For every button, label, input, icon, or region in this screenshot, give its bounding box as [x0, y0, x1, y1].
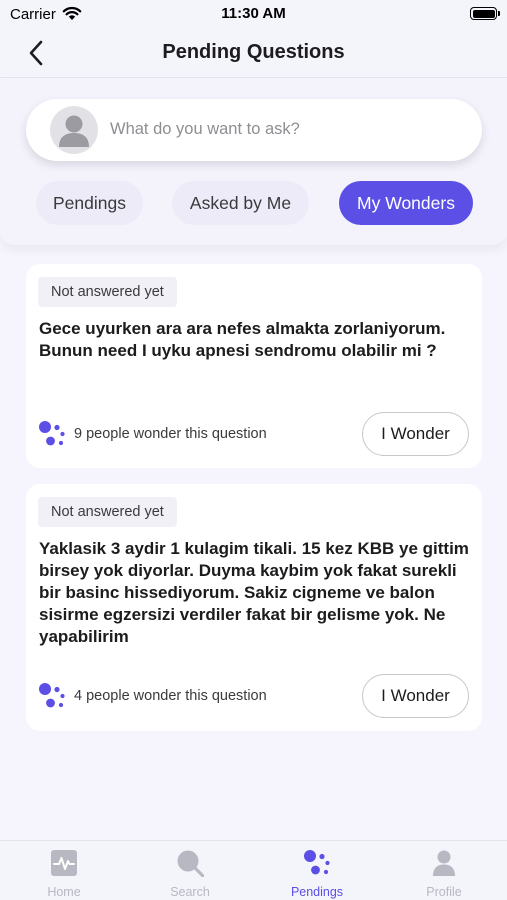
segment-tabs: Pendings Asked by Me My Wonders [0, 181, 507, 225]
tabbar-item-search[interactable]: Search [130, 841, 250, 900]
tab-my-wonders[interactable]: My Wonders [339, 181, 473, 225]
search-icon [177, 850, 204, 877]
tabbar-label-home: Home [47, 885, 81, 899]
tabbar-item-profile[interactable]: Profile [384, 841, 504, 900]
tab-pendings[interactable]: Pendings [36, 181, 143, 225]
ask-placeholder: What do you want to ask? [110, 120, 300, 138]
profile-icon [433, 850, 455, 876]
tabbar-label-profile: Profile [426, 885, 462, 899]
question-text: Yaklasik 3 aydir 1 kulagim tikali. 15 ke… [39, 539, 469, 646]
bottom-tab-bar: Home Search Pendings Profile [0, 840, 507, 900]
tabbar-label-pendings: Pendings [290, 885, 344, 899]
tabbar-item-home[interactable]: Home [4, 841, 124, 900]
wonder-dots-icon [39, 683, 65, 708]
i-wonder-button[interactable]: I Wonder [362, 412, 469, 456]
battery-icon [470, 7, 500, 20]
avatar [50, 106, 98, 154]
tabbar-label-search: Search [170, 885, 210, 899]
question-card: Not answered yet Yaklasik 3 aydir 1 kula… [26, 484, 482, 731]
question-text: Gece uyurken ara ara nefes almakta zorla… [39, 319, 446, 360]
status-badge: Not answered yet [38, 277, 177, 307]
wonder-count: 9 people wonder this question [74, 426, 267, 442]
page-title: Pending Questions [162, 41, 345, 63]
pendings-dots-icon [304, 850, 330, 875]
wonder-dots-icon [39, 421, 65, 446]
ask-question-input[interactable]: What do you want to ask? [26, 99, 482, 161]
navigation-bar: Pending Questions [0, 28, 507, 78]
pulse-icon [51, 850, 77, 876]
tabbar-item-pendings[interactable]: Pendings [257, 841, 377, 900]
header-area: What do you want to ask? Pendings Asked … [0, 79, 507, 245]
i-wonder-button[interactable]: I Wonder [362, 674, 469, 718]
clock: 11:30 AM [221, 5, 286, 22]
user-placeholder-icon [59, 115, 89, 147]
status-bar: Carrier 11:30 AM [0, 0, 507, 28]
wonder-count: 4 people wonder this question [74, 688, 267, 704]
status-badge: Not answered yet [38, 497, 177, 527]
tab-asked-by-me[interactable]: Asked by Me [172, 181, 309, 225]
question-card: Not answered yet Gece uyurken ara ara ne… [26, 264, 482, 468]
